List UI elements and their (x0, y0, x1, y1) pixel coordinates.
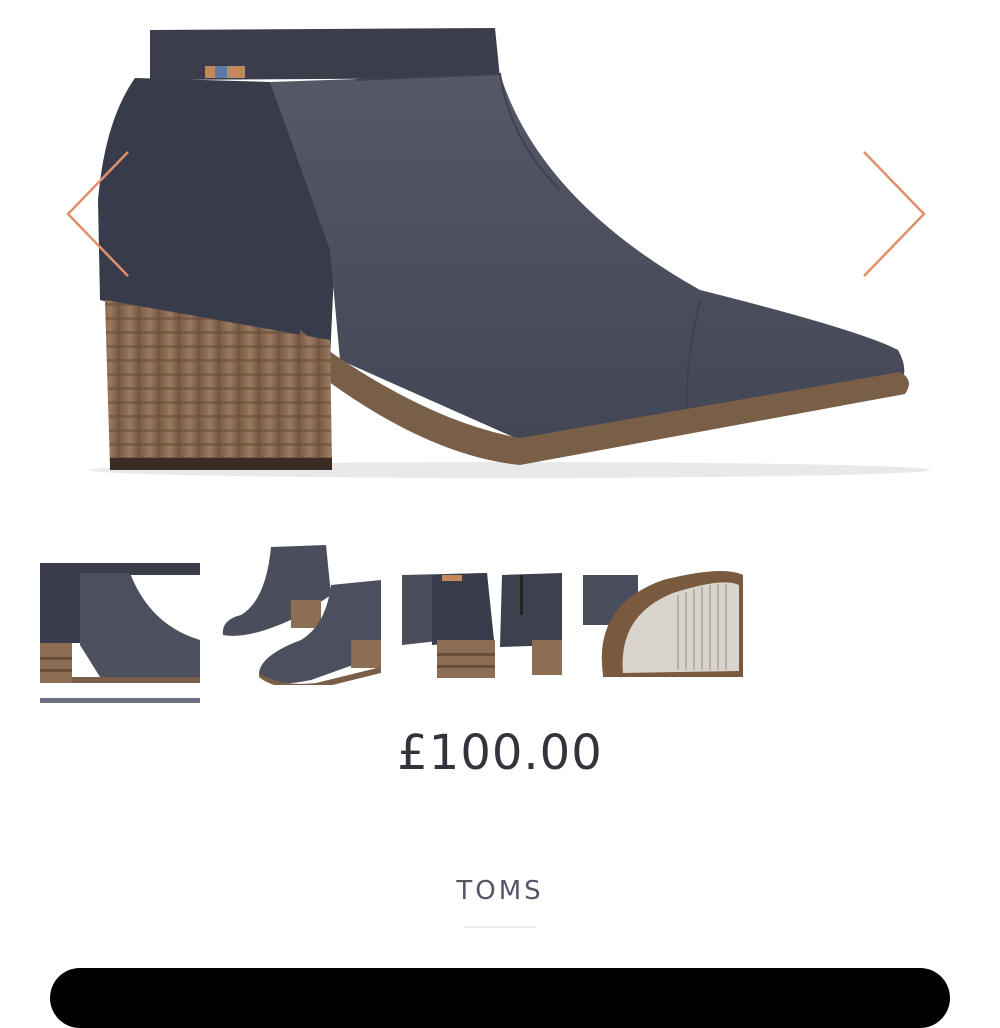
brand-divider (464, 926, 536, 928)
thumbnail-3[interactable] (402, 545, 562, 685)
chevron-right-icon[interactable] (856, 150, 926, 280)
product-price: £100.00 (397, 725, 603, 781)
selected-thumbnail-indicator (40, 698, 200, 703)
chevron-left-icon[interactable] (60, 150, 130, 280)
thumbnail-1[interactable] (40, 545, 200, 703)
product-gallery (0, 0, 1000, 500)
product-main-image[interactable] (0, 0, 1000, 500)
thumbnail-4[interactable] (583, 545, 743, 685)
add-to-bag-button[interactable] (50, 968, 950, 1028)
thumbnail-2[interactable] (221, 545, 381, 685)
brand-name[interactable]: TOMS (0, 876, 1000, 906)
